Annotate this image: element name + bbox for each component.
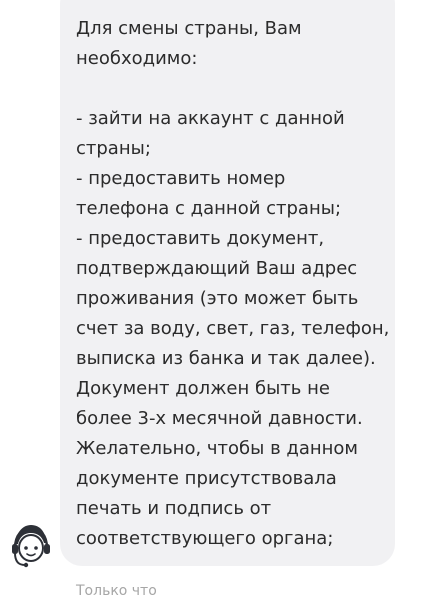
message-line: - предоставить документ,: [76, 228, 325, 249]
message-line: более 3-х месячной давности.: [76, 408, 363, 429]
message-line: подтверждающий Ваш адрес: [76, 258, 358, 279]
message-line: - предоставить номер: [76, 168, 286, 189]
message-line: печать и подпись от: [76, 498, 272, 519]
message-line: Для смены страны, Вам: [76, 18, 302, 39]
message-text: Для смены страны, Вам необходимо: - зайт…: [76, 14, 392, 554]
message-line: телефона с данной страны;: [76, 198, 342, 219]
message-timestamp: Только что: [76, 583, 157, 599]
support-agent-icon: [4, 518, 56, 570]
message-line: - зайти на аккаунт с данной: [76, 108, 345, 129]
message-line: счет за воду, свет, газ, телефон,: [76, 318, 390, 339]
message-line: выписка из банка и так далее).: [76, 348, 376, 369]
message-line: необходимо:: [76, 48, 198, 69]
message-line: документе присутствовала: [76, 468, 337, 489]
message-line: страны;: [76, 138, 151, 159]
message-line: Желательно, чтобы в данном: [76, 438, 358, 459]
message-line: соответствующего органа;: [76, 528, 334, 549]
message-line: проживания (это может быть: [76, 288, 359, 309]
message-line: Документ должен быть не: [76, 378, 330, 399]
chat-thread: Для смены страны, Вам необходимо: - зайт…: [0, 0, 424, 600]
